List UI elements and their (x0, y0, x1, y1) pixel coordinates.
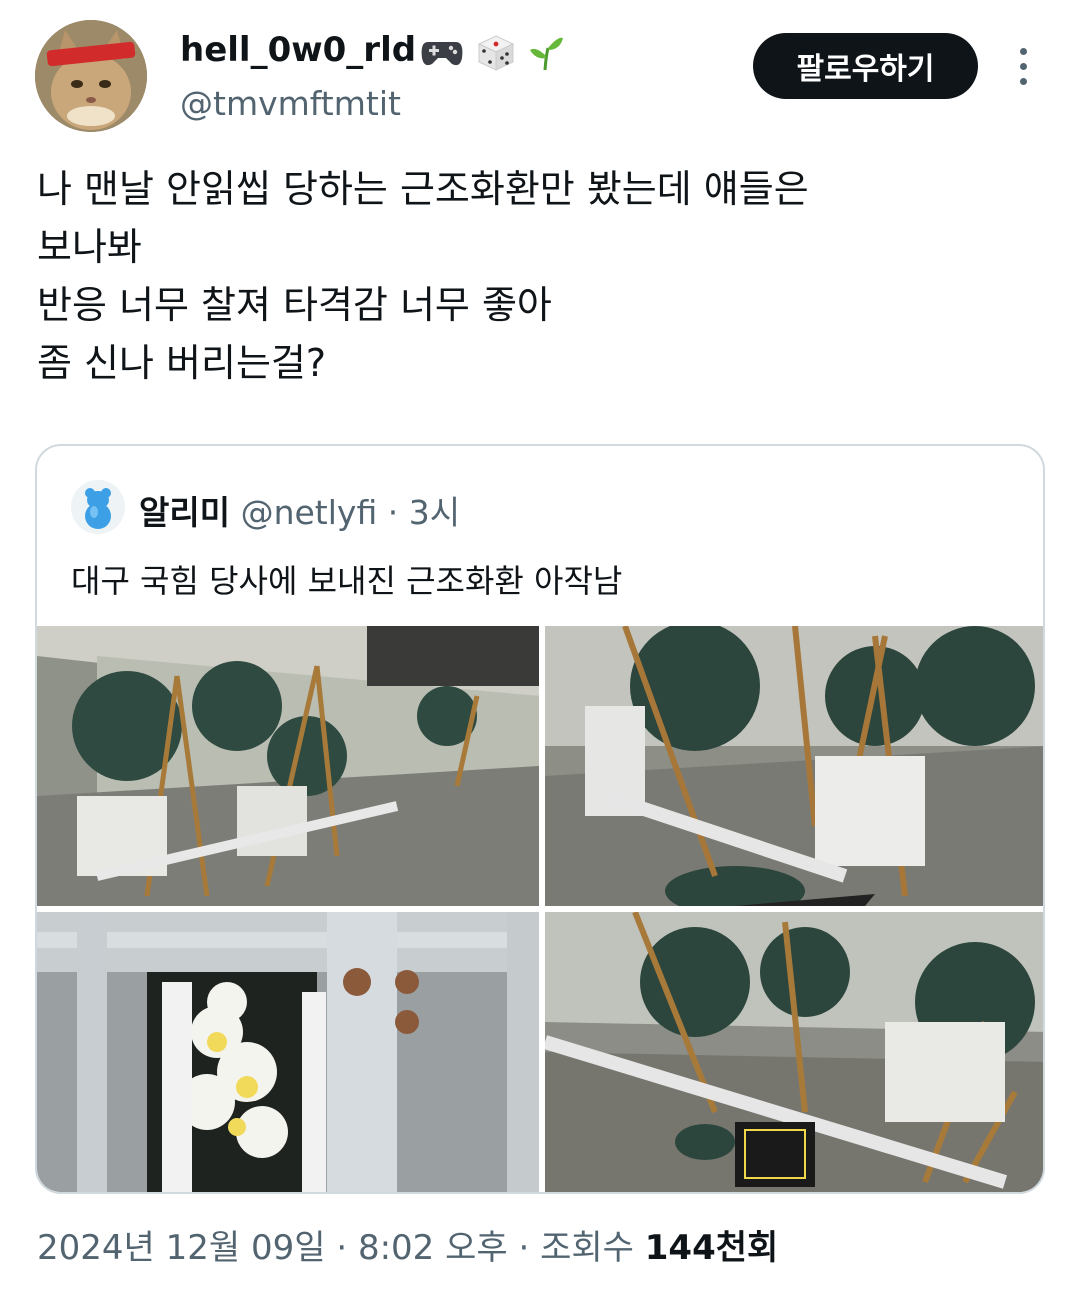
quoted-handle[interactable]: @netlyfi (241, 493, 378, 532)
tweet-meta: 2024년 12월 09일 · 8:02 오후 · 조회수 144천회 (37, 1220, 778, 1269)
display-name-text: hell_0w0_rld (180, 30, 417, 70)
quoted-time[interactable]: 3시 (409, 493, 460, 532)
photo-wreaths-street[interactable] (37, 626, 539, 906)
quoted-separator: · (377, 493, 409, 532)
quoted-avatar[interactable] (71, 480, 125, 534)
user-handle[interactable]: @tmvmftmtit (180, 84, 401, 123)
quoted-text: 대구 국힘 당사에 보내진 근조화환 아작남 (71, 562, 623, 600)
photo-wreaths-knocked-over[interactable] (545, 912, 1043, 1192)
quoted-tweet-card[interactable]: 알리미 @netlyfi · 3시 대구 국힘 당사에 보내진 근조화환 아작남 (35, 444, 1045, 1194)
game-controller-icon (421, 41, 463, 65)
avatar[interactable] (35, 20, 147, 132)
views-count: 144천회 (644, 1228, 779, 1268)
photo-wreaths-closeup[interactable] (545, 626, 1043, 906)
display-name[interactable]: hell_0w0_rld (180, 30, 564, 72)
more-vertical-icon[interactable] (1008, 44, 1038, 88)
dice-icon (477, 35, 515, 71)
tweet-time[interactable]: 8:02 오후 (358, 1228, 508, 1268)
views-label: 조회수 (540, 1228, 645, 1268)
quoted-header: 알리미 @netlyfi · 3시 (139, 486, 460, 534)
follow-button[interactable]: 팔로우하기 (753, 33, 978, 99)
photo-wreath-behind-fence[interactable] (37, 912, 539, 1192)
cat-avatar-image (35, 20, 147, 132)
meta-separator: · (507, 1228, 541, 1268)
meta-separator: · (325, 1228, 358, 1268)
tweet-date[interactable]: 2024년 12월 09일 (37, 1228, 326, 1268)
tweet-text: 나 맨날 안읽씹 당하는 근조화환만 봤는데 얘들은 보나봐 반응 너무 찰져 … (37, 167, 809, 385)
seedling-icon (529, 37, 563, 70)
quoted-name[interactable]: 알리미 (139, 493, 230, 532)
gummy-bear-icon (71, 480, 125, 534)
